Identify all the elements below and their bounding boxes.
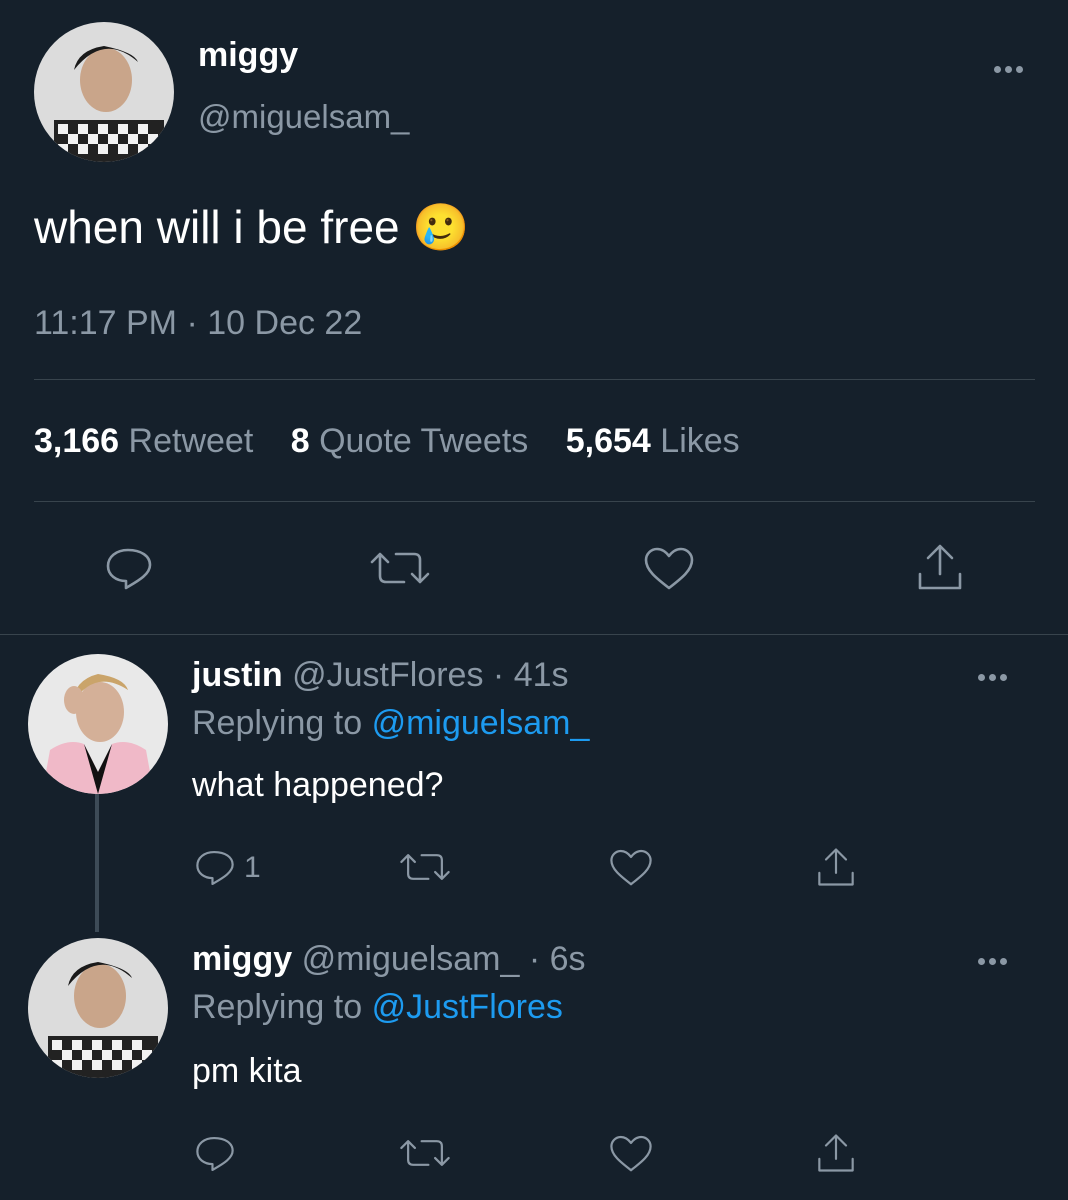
handle[interactable]: @miguelsam_: [302, 940, 520, 978]
tweet-timestamp[interactable]: 11:17 PM · 10 Dec 22: [34, 304, 362, 343]
reply-button[interactable]: 1: [194, 848, 261, 888]
likes-label: Likes: [660, 422, 740, 460]
avatar[interactable]: [34, 22, 174, 162]
reply-header: justin @JustFlores · 41s: [192, 656, 569, 695]
tweet-time: 11:17 PM: [34, 304, 178, 342]
retweet-button[interactable]: [398, 850, 452, 884]
avatar[interactable]: [28, 938, 168, 1078]
avatar[interactable]: [28, 654, 168, 794]
more-options-icon[interactable]: [978, 674, 1007, 681]
share-button[interactable]: [916, 542, 964, 592]
reply-time: · 41s: [492, 656, 569, 694]
heart-icon: [610, 849, 652, 886]
retweets-count: 3,166: [34, 422, 120, 460]
display-name[interactable]: miggy: [192, 940, 292, 978]
divider: [34, 379, 1035, 380]
quotes-count: 8: [290, 422, 310, 460]
likes-stat[interactable]: 5,654 Likes: [566, 422, 740, 460]
retweet-button[interactable]: [368, 548, 432, 588]
divider: [34, 501, 1035, 502]
replying-to-label: Replying to: [192, 704, 363, 742]
timestamp-separator: ·: [186, 304, 198, 342]
share-button[interactable]: [816, 1132, 856, 1174]
divider: [0, 634, 1068, 635]
handle[interactable]: @miguelsam_: [198, 98, 409, 136]
tweet-date: 10 Dec 22: [207, 304, 363, 342]
heart-icon: [644, 547, 694, 590]
retweets-stat[interactable]: 3,166 Retweet: [34, 422, 263, 460]
retweet-icon: [370, 552, 430, 584]
retweet-icon: [400, 1140, 450, 1166]
quotes-label: Quote Tweets: [319, 422, 529, 460]
replying-to-link[interactable]: @miguelsam_: [372, 704, 590, 742]
reply-text: pm kita: [192, 1052, 302, 1090]
share-icon: [918, 544, 962, 590]
handle[interactable]: @JustFlores: [292, 656, 483, 694]
share-button[interactable]: [816, 846, 856, 888]
like-button[interactable]: [608, 1134, 654, 1174]
replying-to: Replying to @miguelsam_: [192, 704, 589, 743]
retweet-icon: [400, 854, 450, 880]
replying-to-link[interactable]: @JustFlores: [372, 988, 563, 1026]
tweet-stats: 3,166 Retweet 8 Quote Tweets 5,654 Likes: [34, 422, 740, 461]
more-options-icon[interactable]: [978, 958, 1007, 965]
retweet-button[interactable]: [398, 1136, 452, 1170]
more-options-icon[interactable]: [994, 66, 1023, 73]
share-icon: [818, 1134, 854, 1172]
reply-header: miggy @miguelsam_ · 6s: [192, 940, 586, 979]
reply-button[interactable]: [104, 546, 154, 592]
reply-icon: [196, 1136, 234, 1172]
tweet-text: when will i be free 🥲: [34, 200, 470, 255]
reply-time: · 6s: [528, 940, 586, 978]
heart-icon: [610, 1135, 652, 1172]
like-button[interactable]: [608, 848, 654, 888]
display-name[interactable]: miggy: [198, 36, 298, 75]
likes-count: 5,654: [565, 422, 651, 460]
retweets-label: Retweet: [128, 422, 254, 460]
thread-line: [95, 794, 99, 932]
like-button[interactable]: [642, 546, 696, 592]
reply-icon: [196, 850, 234, 886]
quotes-stat[interactable]: 8 Quote Tweets: [291, 422, 538, 460]
replying-to: Replying to @JustFlores: [192, 988, 563, 1027]
reply-count: 1: [244, 851, 261, 884]
reply-button[interactable]: [194, 1134, 244, 1174]
smiling-tear-emoji: 🥲: [412, 201, 470, 253]
reply-text: what happened?: [192, 766, 444, 804]
replying-to-label: Replying to: [192, 988, 363, 1026]
share-icon: [818, 848, 854, 886]
tweet-text-content: when will i be free: [34, 201, 400, 253]
reply-icon: [106, 548, 152, 590]
display-name[interactable]: justin: [192, 656, 283, 694]
